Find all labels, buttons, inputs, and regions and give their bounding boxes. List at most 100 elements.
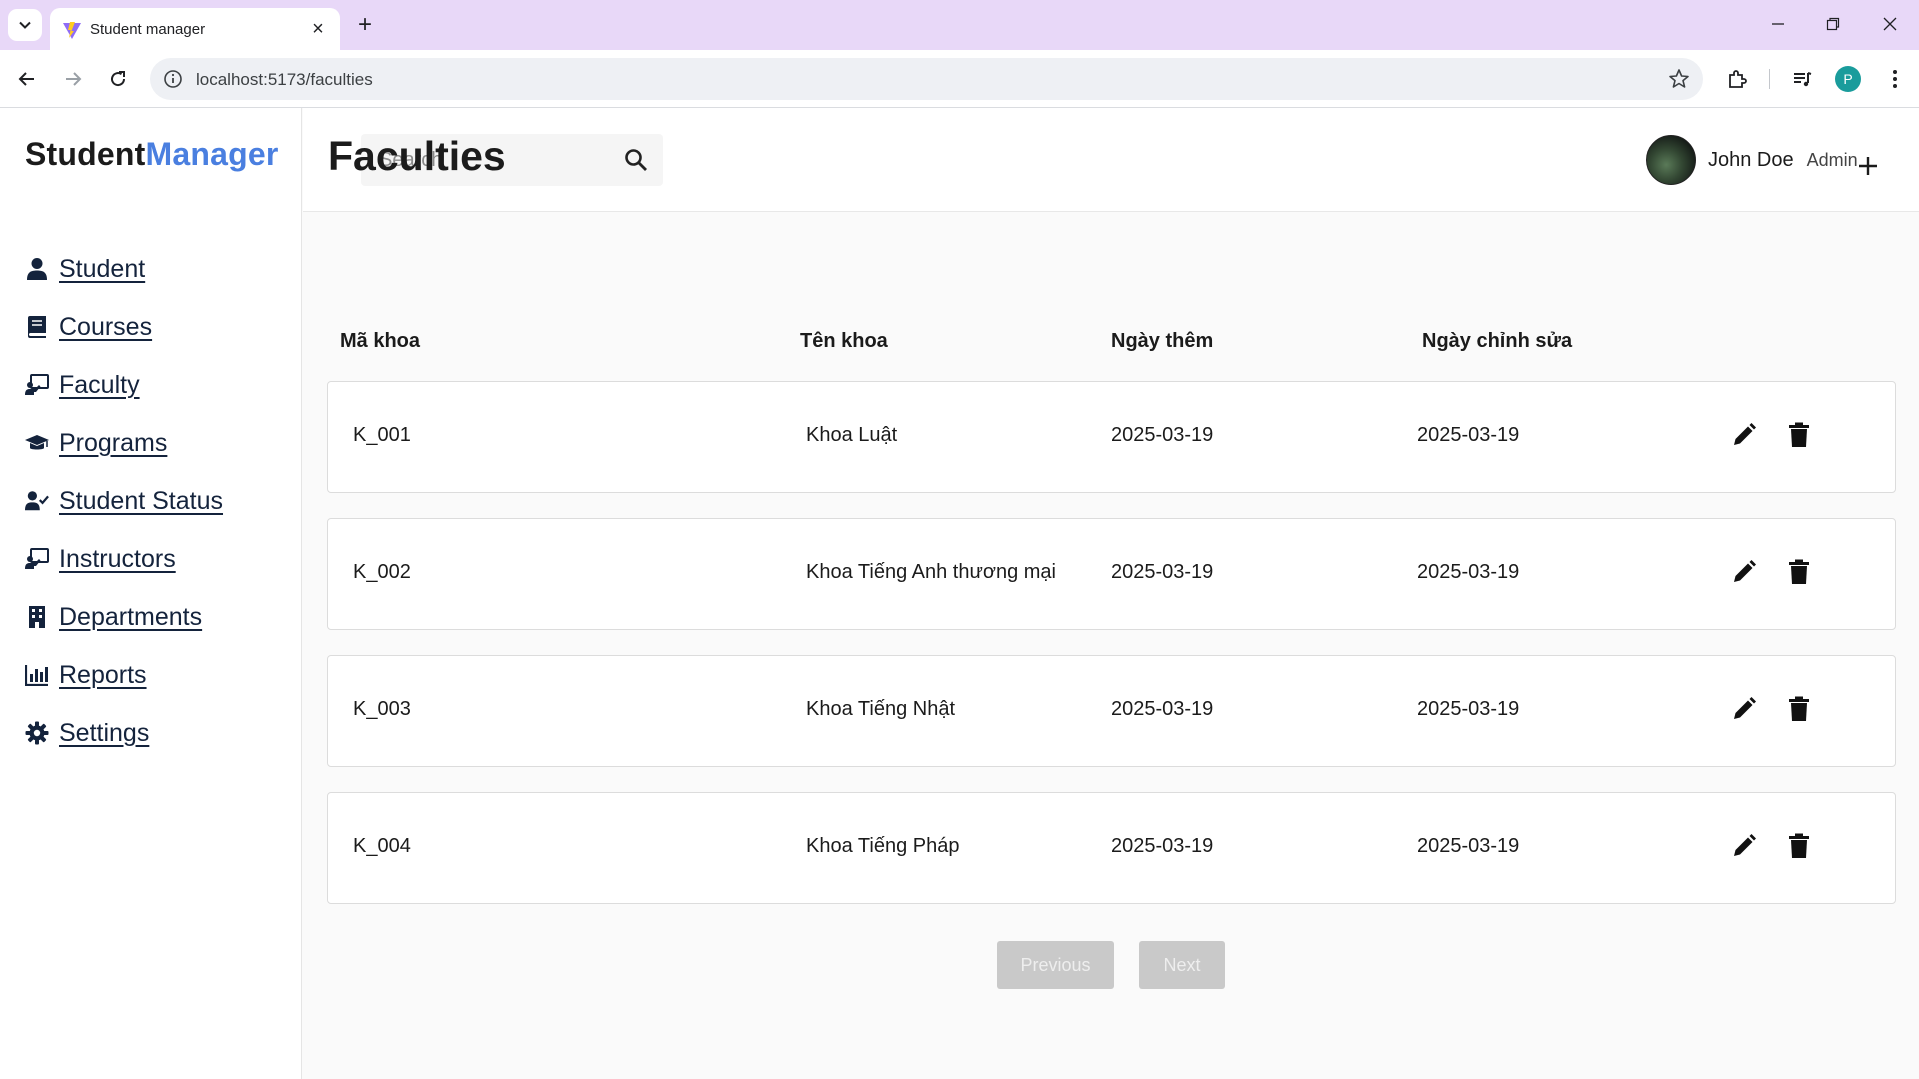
book-icon xyxy=(25,315,49,339)
chalkboard-teacher-icon xyxy=(25,547,49,571)
avatar[interactable] xyxy=(1646,135,1696,185)
delete-button[interactable] xyxy=(1784,557,1814,587)
chalkboard-teacher-icon xyxy=(25,373,49,397)
logo-text-student: Student xyxy=(25,136,146,172)
pencil-icon xyxy=(1734,560,1756,582)
faculty-updated-date: 2025-03-19 xyxy=(1417,835,1520,857)
app-logo[interactable]: StudentManager xyxy=(25,136,279,173)
sidebar-item-programs[interactable]: Programs xyxy=(25,414,223,472)
sidebar-item-student-status[interactable]: Student Status xyxy=(25,472,223,530)
sidebar-item-label[interactable]: Faculty xyxy=(59,371,140,400)
vite-favicon-icon xyxy=(63,22,81,39)
faculty-created-date: 2025-03-19 xyxy=(1111,698,1214,720)
faculty-created-date: 2025-03-19 xyxy=(1111,835,1214,857)
faculty-updated-date: 2025-03-19 xyxy=(1417,424,1520,446)
tab-title: Student manager xyxy=(90,21,206,38)
faculty-name: Khoa Tiếng Pháp xyxy=(806,835,960,857)
sidebar-item-faculty[interactable]: Faculty xyxy=(25,356,223,414)
faculty-code: K_001 xyxy=(353,424,411,446)
sidebar-item-instructors[interactable]: Instructors xyxy=(25,530,223,588)
pencil-icon xyxy=(1734,423,1756,445)
bar-chart-icon xyxy=(25,663,49,687)
faculty-code: K_003 xyxy=(353,698,411,720)
page-title: Faculties xyxy=(328,133,506,179)
sidebar-item-label[interactable]: Departments xyxy=(59,603,202,632)
site-info-icon[interactable] xyxy=(162,68,184,90)
search-icon[interactable] xyxy=(623,147,649,173)
address-url[interactable]: localhost:5173/faculties xyxy=(196,70,373,90)
sidebar-item-label[interactable]: Student Status xyxy=(59,487,223,516)
plus-icon xyxy=(1859,157,1877,175)
sidebar-item-label[interactable]: Instructors xyxy=(59,545,176,574)
browser-menu-icon[interactable] xyxy=(1880,64,1910,94)
browser-tab-bar: Student manager × + xyxy=(0,0,1919,50)
column-header-created: Ngày thêm xyxy=(1111,330,1214,352)
user-name: John Doe xyxy=(1708,148,1794,171)
user-icon xyxy=(25,257,49,281)
sidebar-item-student[interactable]: Student xyxy=(25,240,223,298)
sidebar-item-label[interactable]: Courses xyxy=(59,313,152,342)
media-queue-icon[interactable] xyxy=(1787,64,1817,94)
gear-icon xyxy=(25,721,49,745)
delete-button[interactable] xyxy=(1784,694,1814,724)
sidebar-item-label[interactable]: Programs xyxy=(59,429,167,458)
faculty-updated-date: 2025-03-19 xyxy=(1417,561,1520,583)
trash-icon xyxy=(1789,696,1809,721)
sidebar-item-courses[interactable]: Courses xyxy=(25,298,223,356)
trash-icon xyxy=(1789,559,1809,584)
sidebar-item-settings[interactable]: Settings xyxy=(25,704,223,762)
table-row: K_001 Khoa Luật 2025-03-19 2025-03-19 xyxy=(327,381,1896,493)
edit-button[interactable] xyxy=(1729,557,1759,587)
address-bar[interactable]: localhost:5173/faculties xyxy=(150,58,1703,100)
restore-icon[interactable] xyxy=(1811,8,1855,40)
sidebar-item-label[interactable]: Reports xyxy=(59,661,147,690)
faculty-name: Khoa Tiếng Anh thương mại xyxy=(806,561,1056,583)
sidebar-item-departments[interactable]: Departments xyxy=(25,588,223,646)
minimize-icon[interactable] xyxy=(1756,8,1800,40)
sidebar-item-reports[interactable]: Reports xyxy=(25,646,223,704)
delete-button[interactable] xyxy=(1784,420,1814,450)
faculty-created-date: 2025-03-19 xyxy=(1111,561,1214,583)
back-icon[interactable] xyxy=(10,62,44,96)
table-row: K_002 Khoa Tiếng Anh thương mại 2025-03-… xyxy=(327,518,1896,630)
forward-icon[interactable] xyxy=(56,62,90,96)
edit-button[interactable] xyxy=(1729,694,1759,724)
reload-icon[interactable] xyxy=(101,62,135,96)
profile-avatar[interactable]: P xyxy=(1835,66,1861,92)
delete-button[interactable] xyxy=(1784,831,1814,861)
chevron-down-icon xyxy=(19,21,31,29)
faculty-name: Khoa Tiếng Nhật xyxy=(806,698,955,720)
table-row: K_003 Khoa Tiếng Nhật 2025-03-19 2025-03… xyxy=(327,655,1896,767)
tab-search-button[interactable] xyxy=(8,9,42,41)
pencil-icon xyxy=(1734,697,1756,719)
faculty-code: K_004 xyxy=(353,835,411,857)
tab-close-icon[interactable]: × xyxy=(306,17,330,41)
previous-page-button[interactable]: Previous xyxy=(997,941,1114,989)
user-menu[interactable]: John Doe Admin xyxy=(1646,134,1858,186)
edit-button[interactable] xyxy=(1729,831,1759,861)
graduation-cap-icon xyxy=(25,431,49,455)
bookmark-star-icon[interactable] xyxy=(1667,67,1691,91)
close-window-icon[interactable] xyxy=(1868,8,1912,40)
user-role: Admin xyxy=(1806,149,1858,170)
faculty-name: Khoa Luật xyxy=(806,424,898,446)
add-faculty-button[interactable] xyxy=(1853,151,1883,181)
column-header-updated: Ngày chỉnh sửa xyxy=(1422,330,1573,352)
extensions-icon[interactable] xyxy=(1722,64,1752,94)
column-header-name: Tên khoa xyxy=(800,330,888,352)
faculty-created-date: 2025-03-19 xyxy=(1111,424,1214,446)
next-page-button[interactable]: Next xyxy=(1139,941,1225,989)
faculty-updated-date: 2025-03-19 xyxy=(1417,698,1520,720)
sidebar-item-label[interactable]: Settings xyxy=(59,719,149,748)
user-check-icon xyxy=(25,489,49,513)
building-icon xyxy=(25,605,49,629)
table-row: K_004 Khoa Tiếng Pháp 2025-03-19 2025-03… xyxy=(327,792,1896,904)
top-header: John Doe Admin xyxy=(303,108,1919,212)
new-tab-icon[interactable]: + xyxy=(350,11,380,38)
logo-text-manager: Manager xyxy=(145,136,279,172)
column-header-code: Mã khoa xyxy=(340,330,421,352)
edit-button[interactable] xyxy=(1729,420,1759,450)
browser-tab[interactable]: Student manager × xyxy=(50,8,340,50)
sidebar: StudentManager Student Courses Faculty P… xyxy=(0,108,302,1079)
sidebar-item-label[interactable]: Student xyxy=(59,255,145,284)
